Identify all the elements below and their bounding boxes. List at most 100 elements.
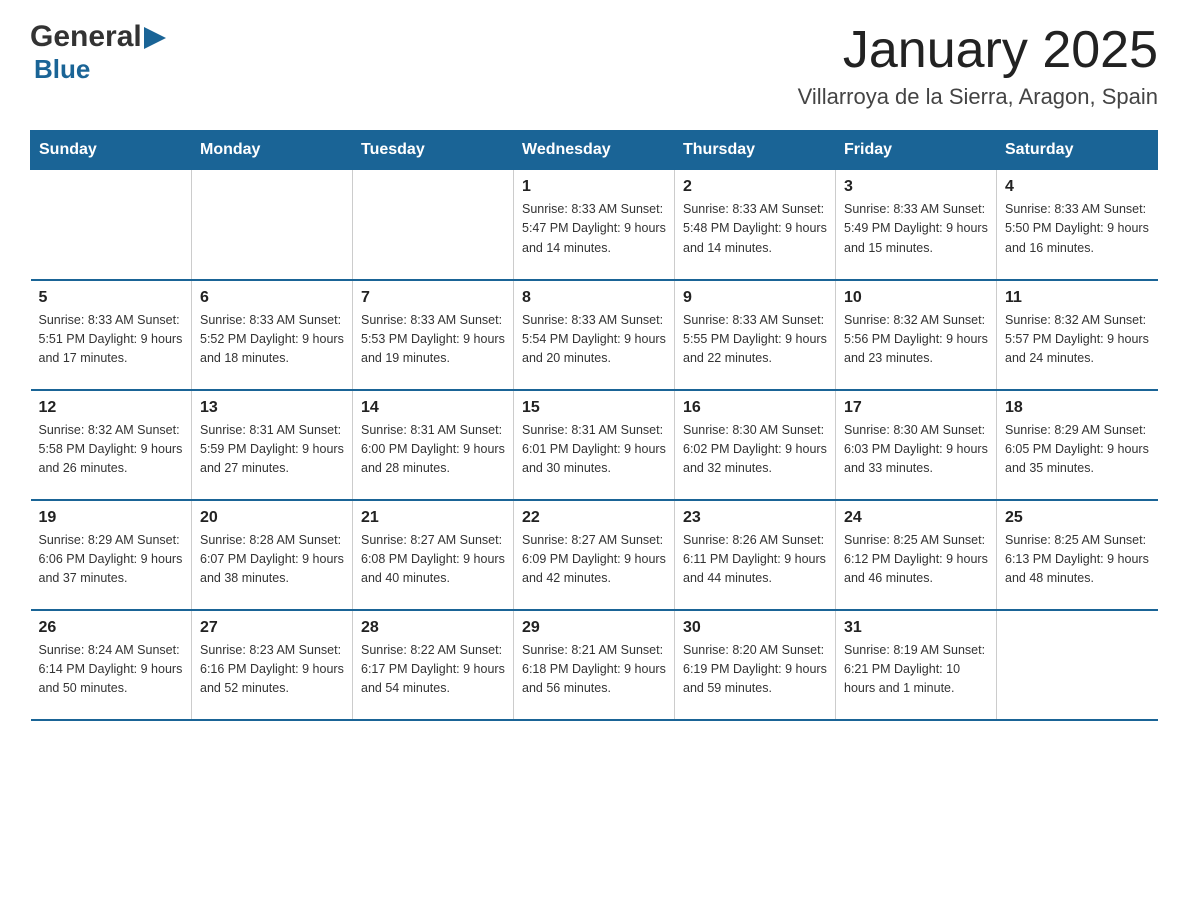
day-header-saturday: Saturday <box>997 131 1158 170</box>
day-number: 22 <box>522 509 666 527</box>
calendar-cell: 19 Sunrise: 8:29 AM Sunset: 6:06 PM Dayli… <box>31 500 192 610</box>
day-number: 16 <box>683 399 827 417</box>
day-number: 10 <box>844 289 988 307</box>
day-info: Sunrise: 8:25 AM Sunset: 6:12 PM Dayligh… <box>844 531 988 589</box>
day-info: Sunrise: 8:32 AM Sunset: 5:58 PM Dayligh… <box>39 421 184 479</box>
logo-blue-text: Blue <box>34 54 90 85</box>
day-info: Sunrise: 8:21 AM Sunset: 6:18 PM Dayligh… <box>522 641 666 699</box>
day-info: Sunrise: 8:31 AM Sunset: 6:01 PM Dayligh… <box>522 421 666 479</box>
day-number: 13 <box>200 399 344 417</box>
day-number: 15 <box>522 399 666 417</box>
calendar-cell: 14 Sunrise: 8:31 AM Sunset: 6:00 PM Dayli… <box>353 390 514 500</box>
day-number: 14 <box>361 399 505 417</box>
calendar-cell: 28Sunrise: 8:22 AM Sunset: 6:17 PM Dayli… <box>353 610 514 720</box>
day-info: Sunrise: 8:19 AM Sunset: 6:21 PM Dayligh… <box>844 641 988 699</box>
day-number: 20 <box>200 509 344 527</box>
day-number: 25 <box>1005 509 1150 527</box>
calendar-cell: 13Sunrise: 8:31 AM Sunset: 5:59 PM Dayli… <box>192 390 353 500</box>
day-number: 26 <box>39 619 184 637</box>
calendar-cell: 12 Sunrise: 8:32 AM Sunset: 5:58 PM Dayli… <box>31 390 192 500</box>
logo-triangle-icon <box>144 27 166 49</box>
day-info: Sunrise: 8:30 AM Sunset: 6:02 PM Dayligh… <box>683 421 827 479</box>
week-row-2: 5Sunrise: 8:33 AM Sunset: 5:51 PM Daylig… <box>31 280 1158 390</box>
calendar-cell: 2Sunrise: 8:33 AM Sunset: 5:48 PM Daylig… <box>675 170 836 280</box>
day-number: 31 <box>844 619 988 637</box>
day-number: 1 <box>522 178 666 196</box>
day-number: 28 <box>361 619 505 637</box>
day-info: Sunrise: 8:25 AM Sunset: 6:13 PM Dayligh… <box>1005 531 1150 589</box>
day-info: Sunrise: 8:33 AM Sunset: 5:47 PM Dayligh… <box>522 200 666 258</box>
calendar-cell: 21 Sunrise: 8:27 AM Sunset: 6:08 PM Dayli… <box>353 500 514 610</box>
calendar-cell: 8 Sunrise: 8:33 AM Sunset: 5:54 PM Daylig… <box>514 280 675 390</box>
day-header-friday: Friday <box>836 131 997 170</box>
day-info: Sunrise: 8:30 AM Sunset: 6:03 PM Dayligh… <box>844 421 988 479</box>
calendar-cell <box>997 610 1158 720</box>
page-header: General Blue January 2025 Villarroya de … <box>30 20 1158 110</box>
calendar-cell: 7Sunrise: 8:33 AM Sunset: 5:53 PM Daylig… <box>353 280 514 390</box>
day-info: Sunrise: 8:23 AM Sunset: 6:16 PM Dayligh… <box>200 641 344 699</box>
day-number: 23 <box>683 509 827 527</box>
day-number: 3 <box>844 178 988 196</box>
day-info: Sunrise: 8:33 AM Sunset: 5:53 PM Dayligh… <box>361 311 505 369</box>
day-number: 18 <box>1005 399 1150 417</box>
day-info: Sunrise: 8:32 AM Sunset: 5:57 PM Dayligh… <box>1005 311 1150 369</box>
week-row-4: 19 Sunrise: 8:29 AM Sunset: 6:06 PM Dayli… <box>31 500 1158 610</box>
calendar-cell: 24Sunrise: 8:25 AM Sunset: 6:12 PM Dayli… <box>836 500 997 610</box>
day-number: 29 <box>522 619 666 637</box>
day-info: Sunrise: 8:29 AM Sunset: 6:06 PM Dayligh… <box>39 531 184 589</box>
calendar-cell: 3 Sunrise: 8:33 AM Sunset: 5:49 PM Daylig… <box>836 170 997 280</box>
day-number: 21 <box>361 509 505 527</box>
calendar-cell: 26 Sunrise: 8:24 AM Sunset: 6:14 PM Dayli… <box>31 610 192 720</box>
day-info: Sunrise: 8:33 AM Sunset: 5:54 PM Dayligh… <box>522 311 666 369</box>
calendar-cell: 29 Sunrise: 8:21 AM Sunset: 6:18 PM Dayli… <box>514 610 675 720</box>
logo-general-text: General <box>30 20 142 54</box>
calendar-cell: 27 Sunrise: 8:23 AM Sunset: 6:16 PM Dayli… <box>192 610 353 720</box>
calendar-cell <box>353 170 514 280</box>
calendar-subtitle: Villarroya de la Sierra, Aragon, Spain <box>798 84 1158 110</box>
day-header-sunday: Sunday <box>31 131 192 170</box>
day-info: Sunrise: 8:32 AM Sunset: 5:56 PM Dayligh… <box>844 311 988 369</box>
week-row-1: 1 Sunrise: 8:33 AM Sunset: 5:47 PM Daylig… <box>31 170 1158 280</box>
calendar-cell <box>31 170 192 280</box>
day-info: Sunrise: 8:31 AM Sunset: 6:00 PM Dayligh… <box>361 421 505 479</box>
calendar-cell: 11Sunrise: 8:32 AM Sunset: 5:57 PM Dayli… <box>997 280 1158 390</box>
day-number: 6 <box>200 289 344 307</box>
day-number: 8 <box>522 289 666 307</box>
day-header-tuesday: Tuesday <box>353 131 514 170</box>
day-info: Sunrise: 8:33 AM Sunset: 5:50 PM Dayligh… <box>1005 200 1150 258</box>
calendar-cell: 1 Sunrise: 8:33 AM Sunset: 5:47 PM Daylig… <box>514 170 675 280</box>
day-number: 12 <box>39 399 184 417</box>
calendar-cell: 15 Sunrise: 8:31 AM Sunset: 6:01 PM Dayli… <box>514 390 675 500</box>
day-info: Sunrise: 8:27 AM Sunset: 6:08 PM Dayligh… <box>361 531 505 589</box>
week-row-3: 12 Sunrise: 8:32 AM Sunset: 5:58 PM Dayli… <box>31 390 1158 500</box>
calendar-cell: 18 Sunrise: 8:29 AM Sunset: 6:05 PM Dayli… <box>997 390 1158 500</box>
calendar-cell: 20 Sunrise: 8:28 AM Sunset: 6:07 PM Dayli… <box>192 500 353 610</box>
calendar-table: SundayMondayTuesdayWednesdayThursdayFrid… <box>30 130 1158 721</box>
day-number: 19 <box>39 509 184 527</box>
day-info: Sunrise: 8:33 AM Sunset: 5:49 PM Dayligh… <box>844 200 988 258</box>
calendar-cell: 4 Sunrise: 8:33 AM Sunset: 5:50 PM Daylig… <box>997 170 1158 280</box>
day-number: 30 <box>683 619 827 637</box>
day-number: 5 <box>39 289 184 307</box>
calendar-header: SundayMondayTuesdayWednesdayThursdayFrid… <box>31 131 1158 170</box>
logo: General Blue <box>30 20 166 85</box>
day-header-monday: Monday <box>192 131 353 170</box>
day-info: Sunrise: 8:28 AM Sunset: 6:07 PM Dayligh… <box>200 531 344 589</box>
day-header-thursday: Thursday <box>675 131 836 170</box>
calendar-cell: 16 Sunrise: 8:30 AM Sunset: 6:02 PM Dayli… <box>675 390 836 500</box>
day-info: Sunrise: 8:29 AM Sunset: 6:05 PM Dayligh… <box>1005 421 1150 479</box>
day-number: 4 <box>1005 178 1150 196</box>
day-info: Sunrise: 8:26 AM Sunset: 6:11 PM Dayligh… <box>683 531 827 589</box>
calendar-cell: 23 Sunrise: 8:26 AM Sunset: 6:11 PM Dayli… <box>675 500 836 610</box>
calendar-cell: 6 Sunrise: 8:33 AM Sunset: 5:52 PM Daylig… <box>192 280 353 390</box>
day-number: 17 <box>844 399 988 417</box>
day-number: 27 <box>200 619 344 637</box>
calendar-cell: 5Sunrise: 8:33 AM Sunset: 5:51 PM Daylig… <box>31 280 192 390</box>
day-info: Sunrise: 8:33 AM Sunset: 5:55 PM Dayligh… <box>683 311 827 369</box>
day-info: Sunrise: 8:33 AM Sunset: 5:52 PM Dayligh… <box>200 311 344 369</box>
day-number: 2 <box>683 178 827 196</box>
calendar-cell: 31 Sunrise: 8:19 AM Sunset: 6:21 PM Dayli… <box>836 610 997 720</box>
calendar-cell: 9Sunrise: 8:33 AM Sunset: 5:55 PM Daylig… <box>675 280 836 390</box>
calendar-cell: 25 Sunrise: 8:25 AM Sunset: 6:13 PM Dayli… <box>997 500 1158 610</box>
day-info: Sunrise: 8:24 AM Sunset: 6:14 PM Dayligh… <box>39 641 184 699</box>
